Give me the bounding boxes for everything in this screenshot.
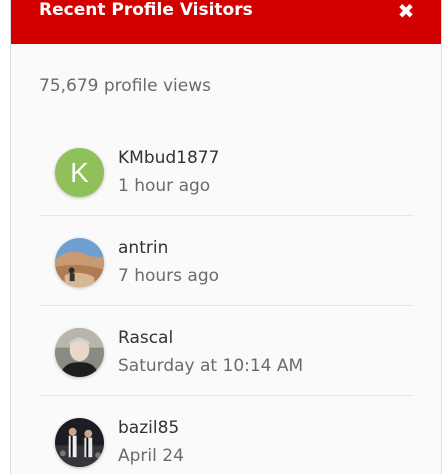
avatar[interactable] [55,418,104,467]
avatar[interactable] [55,238,104,287]
visitor-row[interactable]: bazil85 April 24 [40,396,414,474]
visit-time: Saturday at 10:14 AM [118,356,304,376]
visitor-list: K KMbud1877 1 hour ago antrin 7 hours ag… [40,126,414,474]
panel-header: Recent Profile Visitors ✖ [11,0,441,44]
visitor-name[interactable]: bazil85 [118,416,179,440]
visitor-row[interactable]: Rascal Saturday at 10:14 AM [40,306,414,396]
visitor-name[interactable]: antrin [118,236,168,260]
avatar[interactable] [55,328,104,377]
visit-time: April 24 [118,446,184,466]
visitor-name[interactable]: KMbud1877 [118,146,219,170]
visit-time: 1 hour ago [118,176,211,196]
avatar-letter: K [70,156,89,188]
avatar[interactable]: K [55,148,104,197]
avatar-photo [55,328,104,377]
visit-time: 7 hours ago [118,266,220,286]
avatar-photo [55,418,104,467]
visitor-row[interactable]: K KMbud1877 1 hour ago [40,126,414,216]
panel-title: Recent Profile Visitors [39,0,253,20]
profile-visitors-panel: Recent Profile Visitors ✖ 75,679 profile… [10,0,442,474]
profile-views-count: 75,679 profile views [39,76,211,96]
avatar-photo [55,238,104,287]
visitor-name[interactable]: Rascal [118,326,173,350]
visitor-row[interactable]: antrin 7 hours ago [40,216,414,306]
close-icon[interactable]: ✖ [395,0,417,23]
